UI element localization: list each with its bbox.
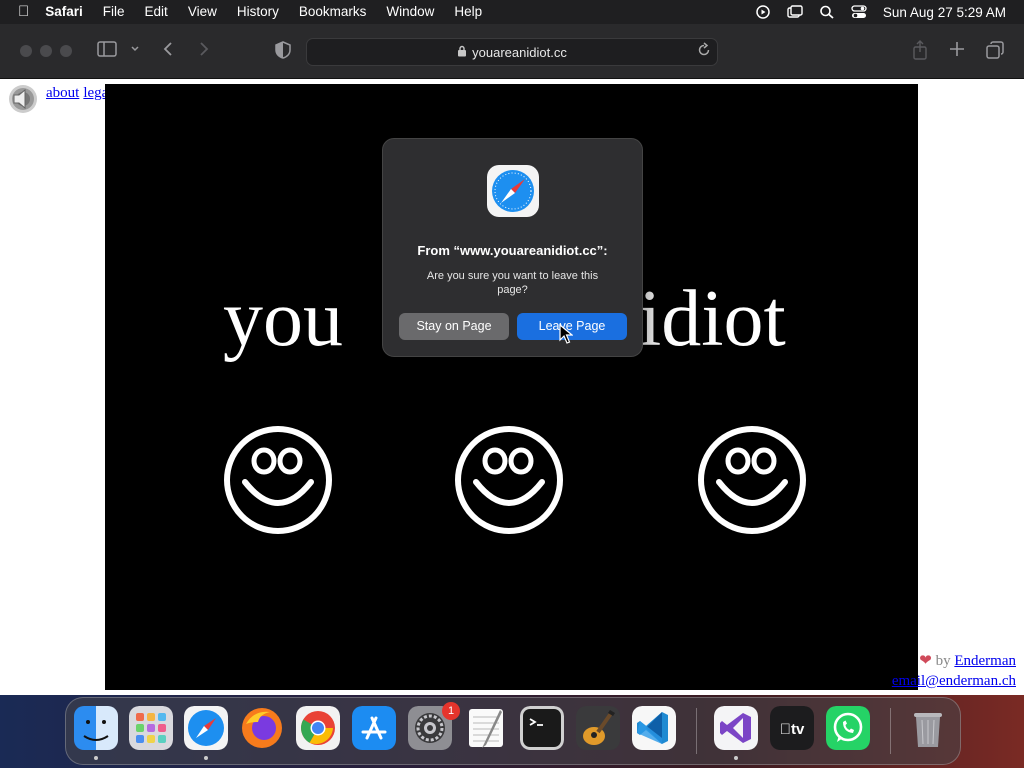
menu-history[interactable]: History bbox=[227, 0, 289, 24]
dock-firefox-icon[interactable] bbox=[240, 706, 284, 750]
menu-view[interactable]: View bbox=[178, 0, 227, 24]
menu-bar:  Safari File Edit View History Bookmark… bbox=[0, 0, 1024, 24]
dialog-title: From “www.youareanidiot.cc”: bbox=[417, 243, 608, 258]
menu-help[interactable]: Help bbox=[444, 0, 492, 24]
byline-author-link[interactable]: Enderman bbox=[954, 653, 1016, 669]
dock-textedit-icon[interactable] bbox=[464, 706, 508, 750]
back-icon[interactable] bbox=[162, 41, 174, 63]
dock-running-indicator bbox=[94, 756, 98, 760]
link-about[interactable]: about bbox=[46, 85, 79, 101]
play-status-icon[interactable] bbox=[755, 5, 771, 19]
safari-app-icon bbox=[487, 165, 539, 217]
word-you: you bbox=[223, 275, 343, 363]
forward-icon[interactable] bbox=[198, 41, 210, 63]
svg-text:tv: tv bbox=[780, 721, 805, 738]
speaker-icon[interactable] bbox=[8, 84, 38, 114]
menu-app-name[interactable]: Safari bbox=[37, 0, 93, 24]
share-icon[interactable] bbox=[912, 40, 928, 66]
privacy-shield-icon[interactable] bbox=[275, 41, 291, 65]
dialog-message: Are you sure you want to leave this page… bbox=[426, 270, 599, 296]
window-minimize-button[interactable] bbox=[40, 45, 52, 57]
lock-icon bbox=[457, 45, 467, 60]
control-center-icon[interactable] bbox=[851, 5, 867, 19]
dock-apple-tv-icon[interactable]: tv bbox=[770, 706, 814, 750]
url-text: youareanidiot.cc bbox=[472, 44, 567, 60]
word-idiot: idiot bbox=[639, 275, 786, 363]
dock-separator bbox=[696, 708, 697, 754]
dock-visual-studio-icon[interactable] bbox=[714, 706, 758, 750]
new-tab-plus-icon[interactable] bbox=[949, 41, 965, 63]
menu-clock[interactable]: Sun Aug 27 5:29 AM bbox=[875, 5, 1024, 20]
dock-safari-icon[interactable] bbox=[184, 706, 228, 750]
window-zoom-button[interactable] bbox=[60, 45, 72, 57]
apple-menu-icon[interactable]:  bbox=[0, 0, 37, 24]
tab-overview-icon[interactable] bbox=[986, 41, 1004, 65]
dock-vscode-icon[interactable] bbox=[632, 706, 676, 750]
menu-edit[interactable]: Edit bbox=[135, 0, 178, 24]
dock-separator bbox=[890, 708, 891, 754]
dock-whatsapp-icon[interactable] bbox=[826, 706, 870, 750]
byline: ❤ by Enderman email@enderman.ch bbox=[892, 651, 1016, 691]
smiley-face-icon bbox=[224, 426, 332, 534]
dock-launchpad-icon[interactable] bbox=[129, 706, 173, 750]
tab-group-chevron-down-icon[interactable] bbox=[130, 41, 140, 63]
heart-icon: ❤ bbox=[919, 653, 932, 669]
reload-icon[interactable] bbox=[697, 42, 711, 61]
spotlight-search-icon[interactable] bbox=[819, 5, 835, 19]
dock-finder-icon[interactable] bbox=[74, 706, 118, 750]
address-bar[interactable]: youareanidiot.cc bbox=[306, 38, 718, 66]
dock-running-indicator bbox=[734, 756, 738, 760]
menu-file[interactable]: File bbox=[93, 0, 135, 24]
dock: 1 tv bbox=[65, 697, 961, 765]
dock-garageband-icon[interactable] bbox=[576, 706, 620, 750]
window-close-button[interactable] bbox=[20, 45, 32, 57]
stay-on-page-button[interactable]: Stay on Page bbox=[399, 313, 509, 340]
byline-email-link[interactable]: email@enderman.ch bbox=[892, 673, 1016, 689]
dock-app-store-icon[interactable] bbox=[352, 706, 396, 750]
smiley-face-icon bbox=[455, 426, 563, 534]
menu-bookmarks[interactable]: Bookmarks bbox=[289, 0, 377, 24]
byline-prefix: by bbox=[935, 653, 951, 669]
smiley-face-icon bbox=[698, 426, 806, 534]
dock-trash-icon[interactable] bbox=[906, 706, 950, 750]
settings-notification-badge: 1 bbox=[442, 702, 460, 720]
menu-window[interactable]: Window bbox=[376, 0, 444, 24]
screen-mirroring-icon[interactable] bbox=[787, 5, 803, 19]
sidebar-toggle-icon[interactable] bbox=[97, 41, 117, 63]
leave-page-dialog: From “www.youareanidiot.cc”: Are you sur… bbox=[382, 138, 643, 357]
mouse-pointer-icon bbox=[559, 324, 573, 344]
browser-toolbar: youareanidiot.cc bbox=[0, 24, 1024, 79]
dock-chrome-icon[interactable] bbox=[296, 706, 340, 750]
dock-running-indicator bbox=[204, 756, 208, 760]
dock-terminal-icon[interactable] bbox=[520, 706, 564, 750]
